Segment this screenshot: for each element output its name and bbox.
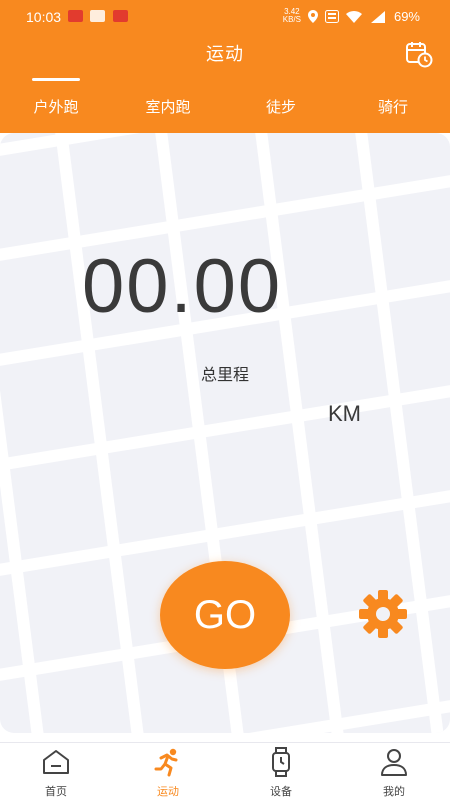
user-icon [381, 749, 407, 776]
nav-item-mine[interactable]: 我的 [338, 743, 450, 800]
battery-percent: 69% [393, 8, 420, 24]
nav-item-device[interactable]: 设备 [225, 743, 337, 800]
distance-value: 00.00 [82, 244, 283, 329]
map-card: 00.00 KM 总里程 GO [0, 133, 450, 733]
nav-label-mine: 我的 [383, 785, 405, 798]
notification-app-icon [113, 10, 128, 22]
volte-icon [324, 9, 339, 23]
wifi-icon [345, 10, 362, 23]
network-speed-unit: KB/S [282, 15, 301, 24]
tab-indoor-run[interactable]: 室内跑 [128, 96, 208, 117]
nav-item-sport[interactable]: 运动 [112, 743, 224, 800]
calendar-clock-icon[interactable] [405, 40, 433, 68]
network-speed: 3.42 KB/S [283, 8, 301, 24]
tab-hiking[interactable]: 徒步 [241, 96, 321, 117]
sport-type-tabs: 户外跑 室内跑 徒步 骑行 [0, 76, 450, 133]
nav-label-sport: 运动 [157, 785, 179, 798]
nav-label-device: 设备 [270, 785, 292, 798]
signal-4g-icon [370, 10, 385, 23]
app-header: 10:03 3.42 KB/S 69% 运动 户外跑 室内跑 徒步 骑行 [0, 0, 450, 133]
notification-app-icon [68, 10, 83, 22]
tab-outdoor-run[interactable]: 户外跑 [16, 96, 96, 117]
status-bar: 10:03 3.42 KB/S 69% [0, 0, 450, 32]
distance-unit: KM [328, 401, 361, 426]
gallery-notification-icon [90, 10, 105, 22]
running-icon [154, 748, 178, 777]
nav-label-home: 首页 [45, 785, 67, 798]
watch-icon [272, 747, 290, 777]
home-icon [43, 750, 69, 774]
total-distance: 00.00 KM [82, 243, 361, 426]
go-button[interactable]: GO [160, 561, 290, 669]
gear-icon[interactable] [357, 588, 409, 640]
nav-item-home[interactable]: 首页 [0, 743, 112, 800]
bottom-navigation: 首页 运动 设备 我的 [0, 742, 450, 800]
tab-cycling[interactable]: 骑行 [353, 96, 433, 117]
status-right: 3.42 KB/S 69% [283, 8, 420, 24]
location-icon [307, 9, 318, 23]
page-title: 运动 [206, 44, 244, 65]
distance-label: 总里程 [200, 365, 249, 384]
active-tab-indicator [32, 78, 80, 81]
status-time: 10:03 [26, 9, 62, 25]
